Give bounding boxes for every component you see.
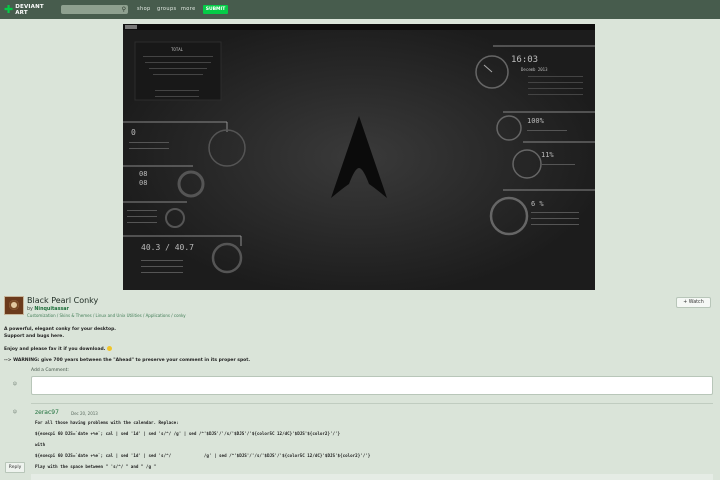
comment-line: Play with the space between " 's/^/ " an…: [35, 464, 157, 469]
left-big-zero: 0: [131, 128, 136, 137]
disk-percent: 6 %: [531, 200, 544, 208]
cpu-percent: 11%: [541, 151, 554, 159]
search-box[interactable]: ⚲: [61, 5, 128, 14]
left-num-2: 08: [139, 179, 147, 187]
comment-line: with: [35, 442, 46, 447]
comment-date: Dec 20, 2013: [71, 411, 98, 416]
smiley-emoticon-icon: [107, 346, 113, 351]
byline: by Ninquitassar: [27, 307, 69, 312]
deviantart-logo[interactable]: ✚ DEVIANT ART: [4, 2, 44, 17]
author-link[interactable]: Ninquitassar: [34, 307, 68, 312]
comment-avatar-placeholder: ☺: [12, 381, 18, 386]
comment-line: ${execpi 60 DJS=`date +%e`; cal | sed '1…: [35, 453, 371, 458]
search-input[interactable]: [63, 6, 117, 13]
clock-time: 16:03: [511, 55, 538, 65]
add-comment-label: Add a Comment:: [31, 368, 69, 373]
calendar-month: Decemb 2013: [521, 67, 548, 72]
nav-shop[interactable]: shop: [137, 6, 151, 12]
conky-desktop-screenshot: TOTAL 0 08 08 40.3 / 40.7 16:03 Decemb 2…: [123, 24, 595, 274]
reply-button[interactable]: Reply: [5, 462, 25, 473]
nav-groups[interactable]: groups: [157, 6, 177, 12]
search-icon[interactable]: ⚲: [122, 6, 126, 13]
submit-button[interactable]: SUBMIT: [203, 5, 228, 14]
description-line: Enjoy and please fav it if you download.: [4, 347, 108, 352]
bottom-numbers: 40.3 / 40.7: [141, 243, 194, 252]
deviantart-logo-icon: ✚: [4, 3, 14, 16]
description-line: A powerful, elegant conky for your deskt…: [4, 327, 117, 332]
watch-button[interactable]: + Watch: [676, 297, 711, 308]
ram-percent: 100%: [527, 117, 545, 125]
info-title: TOTAL: [171, 47, 184, 52]
left-num-1: 08: [139, 170, 147, 178]
comment-line: For all those having problems with the c…: [35, 420, 179, 425]
comment-input[interactable]: [31, 376, 713, 395]
description-line: --> WARNING: give 700 years between the …: [4, 358, 251, 363]
deviation-preview-image[interactable]: TOTAL 0 08 08 40.3 / 40.7 16:03 Decemb 2…: [123, 24, 595, 290]
deviation-title: Black Pearl Conky: [27, 296, 99, 305]
comment-divider: [31, 403, 713, 404]
comment-footer-bar: [31, 474, 713, 480]
nav-more[interactable]: more: [181, 6, 196, 12]
logo-text-line2: ART: [15, 9, 28, 16]
description-line: Support and bugs here.: [4, 334, 65, 339]
description-enjoy: Enjoy and please fav it if you download.: [4, 346, 113, 352]
commenter-avatar[interactable]: ☺: [8, 408, 22, 416]
author-avatar[interactable]: [4, 296, 24, 315]
comment-line: ${execpi 60 DJS=`date +%e`; cal | sed '1…: [35, 431, 341, 436]
comment-username[interactable]: zerac97: [35, 409, 59, 416]
category-breadcrumb[interactable]: Customization / Skins & Themes / Linux a…: [27, 313, 186, 318]
by-label: by: [27, 307, 33, 312]
top-navigation-bar: ✚ DEVIANT ART ⚲ shop groups more SUBMIT: [0, 0, 720, 19]
